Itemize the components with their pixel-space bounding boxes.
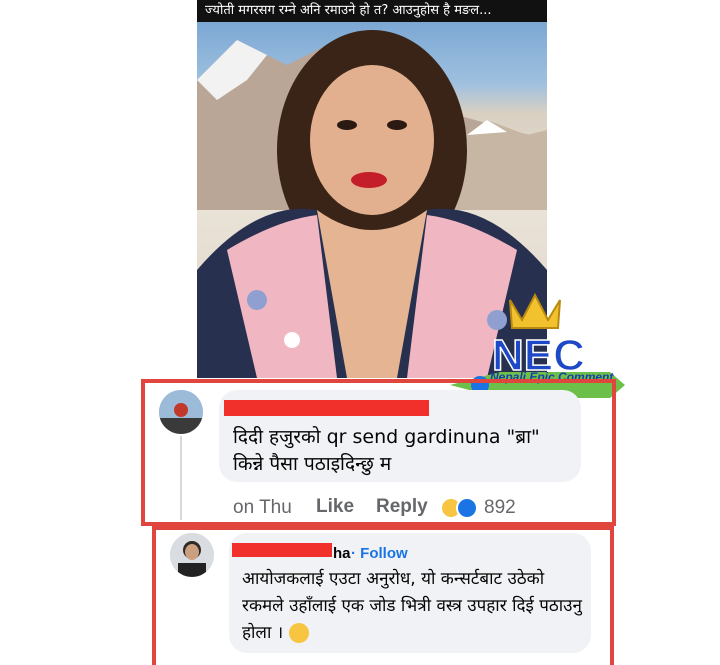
comment-text: आयोजकलाई एउटा अनुरोध, यो कन्सर्टबाट उठेक…	[242, 566, 584, 647]
like-icon[interactable]	[456, 497, 478, 519]
avatar[interactable]	[159, 390, 203, 434]
like-button[interactable]: Like	[316, 496, 354, 518]
reply-button[interactable]: Reply	[376, 496, 428, 518]
commenter-name[interactable]: ha	[333, 545, 351, 562]
comment-text: दिदी हजुरको qr send gardinuna "ब्रा" किन…	[233, 426, 540, 475]
reaction-count[interactable]: 892	[484, 497, 516, 519]
redacted-name	[224, 400, 429, 416]
rofl-emoji-icon	[289, 623, 310, 643]
comment-timestamp[interactable]: on Thu	[233, 497, 292, 519]
avatar-photo	[170, 533, 214, 577]
follow-button[interactable]: · Follow	[351, 545, 408, 562]
video-title: ज्योती मगरसग रम्ने अनि रमाउने हो त? आउनु…	[197, 0, 547, 22]
thread-line	[180, 436, 182, 520]
avatar-photo	[159, 390, 203, 434]
redacted-name	[232, 543, 332, 557]
avatar[interactable]	[170, 533, 214, 577]
